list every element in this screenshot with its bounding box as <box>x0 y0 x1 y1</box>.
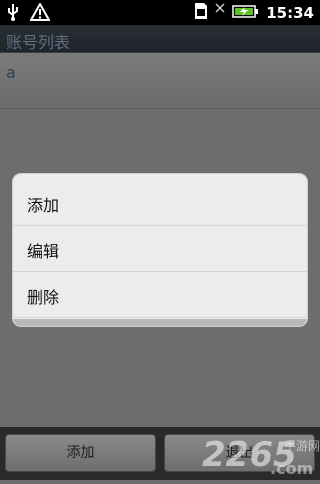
sim-card-icon <box>194 2 208 24</box>
menu-item-delete[interactable]: 删除 <box>13 272 307 318</box>
menu-footer <box>13 319 307 326</box>
menu-item-label: 编辑 <box>27 242 60 261</box>
signal-icon <box>214 2 226 24</box>
battery-charging-icon <box>232 2 260 24</box>
bottom-bar: 添加 退出 <box>0 427 320 480</box>
exit-button[interactable]: 退出 <box>164 434 315 472</box>
status-bar: 15:34 <box>0 0 320 25</box>
menu-item-label: 添加 <box>27 196 60 215</box>
title-bar: 账号列表 <box>0 25 320 53</box>
context-menu: 添加 编辑 删除 <box>13 174 307 326</box>
status-time: 15:34 <box>266 4 314 22</box>
list-item[interactable]: a <box>0 53 320 109</box>
warning-icon <box>29 1 51 25</box>
usb-icon <box>6 3 20 25</box>
list-item-label: a <box>6 63 16 82</box>
menu-item-edit[interactable]: 编辑 <box>13 226 307 272</box>
page-title: 账号列表 <box>6 33 71 52</box>
menu-item-add[interactable]: 添加 <box>13 180 307 226</box>
menu-item-label: 删除 <box>27 288 60 307</box>
add-button[interactable]: 添加 <box>5 434 156 472</box>
